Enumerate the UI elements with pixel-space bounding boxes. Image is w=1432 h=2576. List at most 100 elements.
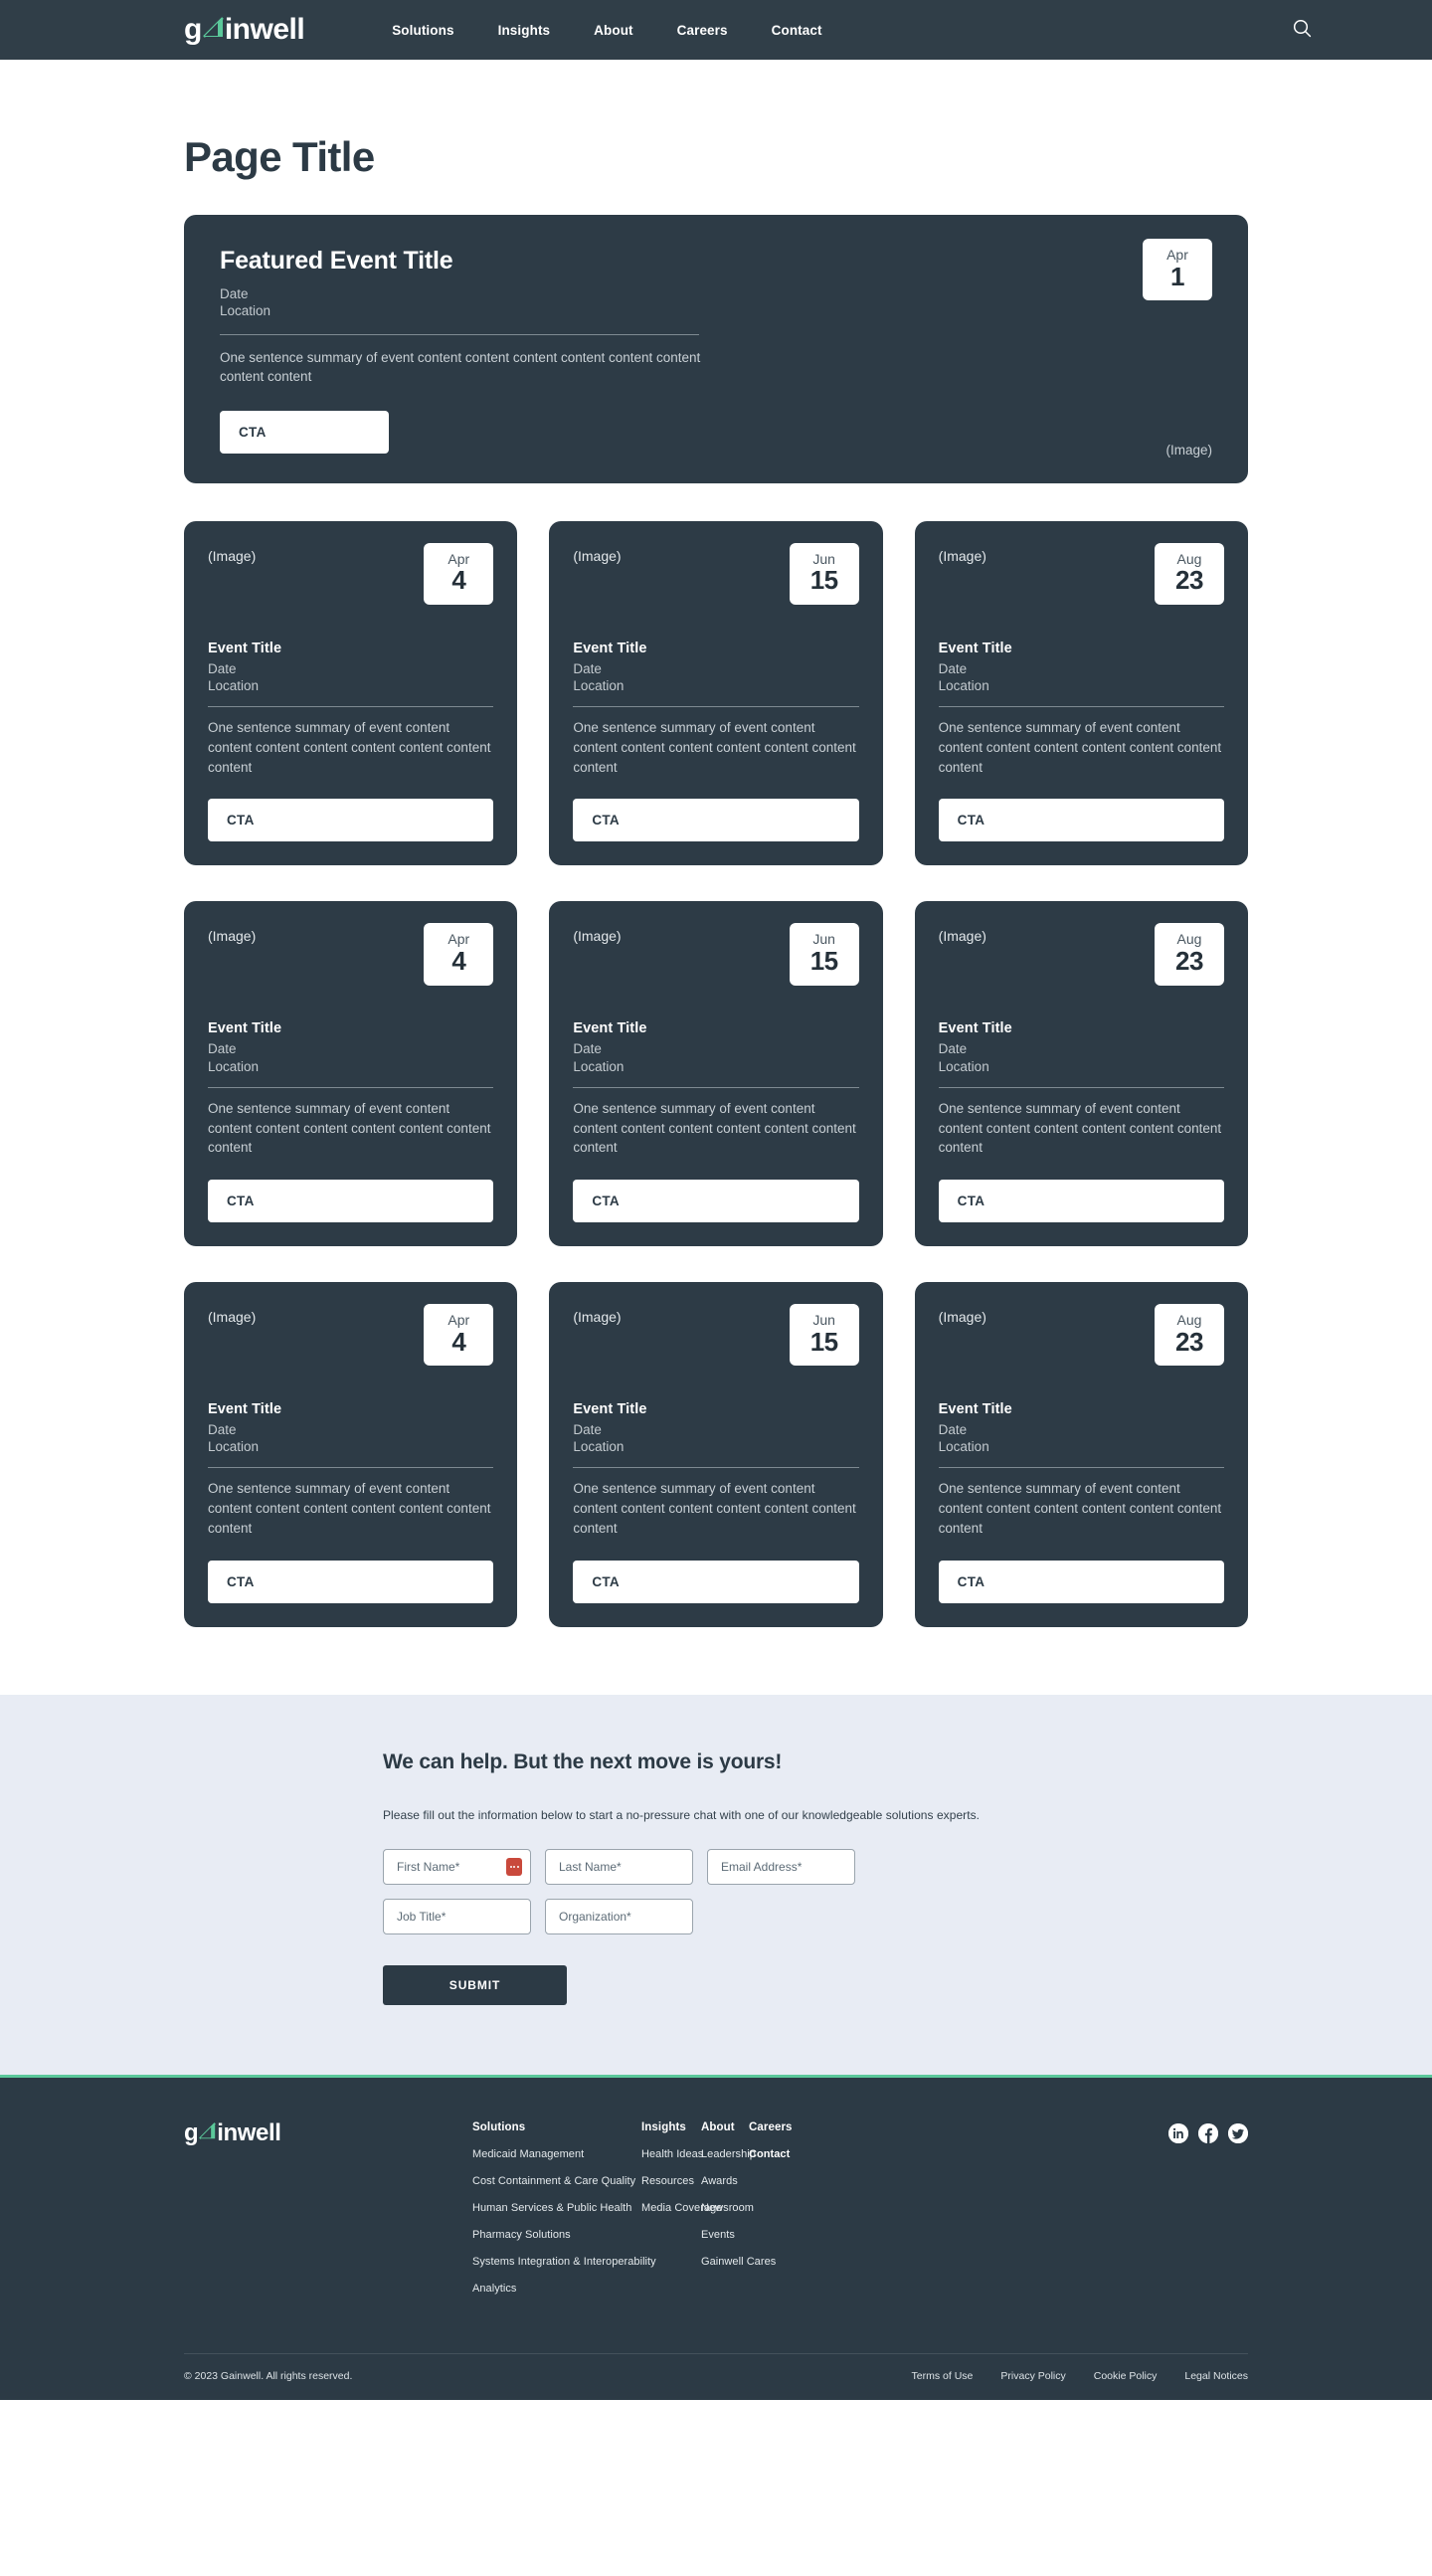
event-card[interactable]: (Image) Apr 4 Event Title Date Location … (184, 901, 518, 1246)
event-cta-button[interactable]: CTA (208, 799, 494, 842)
legal-link-terms-of-use[interactable]: Terms of Use (912, 2370, 974, 2382)
date-badge-day: 1 (1170, 261, 1184, 291)
nav-item-careers[interactable]: Careers (677, 23, 728, 38)
event-date: Date (208, 1421, 237, 1437)
event-card[interactable]: (Image) Jun 15 Event Title Date Location… (549, 520, 883, 866)
event-date: Date (573, 1421, 602, 1437)
event-cta-button[interactable]: CTA (938, 799, 1224, 842)
footer-column-about: About Leadership Awards Newsroom Events … (701, 2120, 776, 2309)
event-cta-button[interactable]: CTA (938, 1179, 1224, 1222)
page-content: Page Title Featured Event Title Date Loc… (0, 60, 1432, 1695)
footer-column-heading: Solutions (472, 2120, 526, 2133)
date-badge-month: Jun (812, 931, 835, 948)
organization-field[interactable] (545, 1898, 693, 1934)
nav-item-about[interactable]: About (594, 23, 632, 38)
event-cta-button[interactable]: CTA (573, 799, 859, 842)
event-title: Event Title (573, 1400, 647, 1417)
event-card-body: Event Title Date Location One sentence s… (208, 1401, 494, 1603)
event-card[interactable]: (Image) Jun 15 Event Title Date Location… (549, 901, 883, 1246)
first-name-field[interactable] (383, 1848, 531, 1885)
job-title-field[interactable] (383, 1898, 531, 1934)
footer-link-resources[interactable]: Resources (641, 2175, 701, 2187)
event-cta-button[interactable]: CTA (573, 1560, 859, 1603)
divider (208, 1086, 494, 1088)
date-badge-day: 15 (809, 945, 838, 976)
event-cta-button[interactable]: CTA (208, 1560, 494, 1603)
footer-gainwell-logo[interactable]: g inwell (184, 2118, 472, 2309)
logo-text-prefix: g (184, 2118, 199, 2146)
twitter-icon[interactable] (1228, 2122, 1248, 2143)
event-cta-button[interactable]: CTA (938, 1560, 1224, 1603)
footer-link-cost-containment[interactable]: Cost Containment & Care Quality (472, 2175, 641, 2187)
facebook-icon[interactable] (1198, 2122, 1218, 2143)
last-name-input[interactable] (546, 1849, 692, 1884)
search-button[interactable] (1289, 17, 1315, 43)
footer-link-contact[interactable]: Contact (749, 2148, 838, 2160)
featured-event-card[interactable]: Featured Event Title Date Location One s… (184, 215, 1248, 483)
footer-link-columns: Solutions Medicaid Management Cost Conta… (472, 2121, 1248, 2309)
divider (573, 1467, 859, 1469)
organization-input[interactable] (546, 1899, 692, 1933)
footer-column-insights: Insights Health Ideas Resources Media Co… (641, 2121, 722, 2309)
event-date-badge: Jun 15 (789, 1303, 859, 1367)
event-date-badge: Jun 15 (789, 923, 859, 986)
event-cta-button[interactable]: CTA (208, 1179, 494, 1222)
logo-text-prefix: g (184, 13, 202, 46)
divider (573, 706, 859, 708)
submit-button[interactable]: SUBMIT (383, 1964, 567, 2005)
footer-link-analytics[interactable]: Analytics (472, 2283, 641, 2295)
autofill-icon[interactable] (506, 1857, 522, 1876)
event-card-body: Event Title Date Location One sentence s… (573, 641, 859, 842)
event-title: Event Title (938, 1020, 1012, 1037)
event-date-badge: Apr 4 (424, 542, 494, 605)
logo-arrow-icon (202, 14, 224, 38)
last-name-field[interactable] (545, 1848, 693, 1885)
footer-link-gainwell-cares[interactable]: Gainwell Cares (701, 2256, 776, 2268)
legal-link-legal-notices[interactable]: Legal Notices (1184, 2370, 1248, 2382)
footer-link-pharmacy-solutions[interactable]: Pharmacy Solutions (472, 2229, 641, 2241)
footer-link-leadership[interactable]: Leadership (701, 2148, 756, 2160)
linkedin-icon[interactable] (1168, 2122, 1188, 2143)
event-card[interactable]: (Image) Aug 23 Event Title Date Location… (914, 1281, 1248, 1627)
footer-link-health-ideas[interactable]: Health Ideas (641, 2148, 703, 2160)
footer-column-heading: About (701, 2120, 735, 2133)
featured-event-cta-button[interactable]: CTA (220, 410, 389, 454)
divider (938, 706, 1224, 708)
footer-link-human-services[interactable]: Human Services & Public Health (472, 2202, 641, 2214)
event-date-badge: Aug 23 (1155, 1303, 1224, 1367)
event-card[interactable]: (Image) Apr 4 Event Title Date Location … (184, 1281, 518, 1627)
footer-link-newsroom[interactable]: Newsroom (701, 2202, 754, 2214)
job-title-input[interactable] (384, 1899, 530, 1933)
event-card[interactable]: (Image) Jun 15 Event Title Date Location… (549, 1281, 883, 1627)
footer-link-systems-integration[interactable]: Systems Integration & Interoperability (472, 2256, 656, 2268)
event-title: Event Title (938, 640, 1012, 656)
event-cta-button[interactable]: CTA (573, 1179, 859, 1222)
email-input[interactable] (708, 1849, 854, 1884)
gainwell-logo[interactable]: g inwell (184, 13, 305, 46)
email-field[interactable] (707, 1848, 855, 1885)
footer-link-events[interactable]: Events (701, 2229, 749, 2241)
nav-item-solutions[interactable]: Solutions (392, 23, 453, 38)
date-badge-month: Apr (448, 931, 470, 948)
events-grid: (Image) Apr 4 Event Title Date Location … (184, 520, 1248, 1695)
legal-link-cookie-policy[interactable]: Cookie Policy (1094, 2370, 1158, 2382)
nav-item-contact[interactable]: Contact (772, 23, 822, 38)
divider (938, 1086, 1224, 1088)
date-badge-day: 4 (451, 945, 466, 976)
event-location: Location (208, 677, 260, 693)
event-card[interactable]: (Image) Aug 23 Event Title Date Location… (914, 901, 1248, 1246)
footer-link-media-coverage[interactable]: Media Coverage (641, 2202, 722, 2214)
contact-form-heading: We can help. But the next move is yours! (383, 1749, 783, 1773)
legal-link-privacy-policy[interactable]: Privacy Policy (1000, 2370, 1065, 2382)
event-card[interactable]: (Image) Aug 23 Event Title Date Location… (914, 520, 1248, 866)
date-badge-day: 23 (1175, 1326, 1203, 1357)
date-badge-day: 4 (451, 1326, 466, 1357)
main-nav: Solutions Insights About Careers Contact (392, 23, 821, 38)
date-badge-day: 15 (809, 565, 838, 596)
nav-item-insights[interactable]: Insights (498, 23, 551, 38)
footer-link-medicaid-management[interactable]: Medicaid Management (472, 2148, 641, 2160)
event-card[interactable]: (Image) Apr 4 Event Title Date Location … (184, 520, 518, 866)
event-summary: One sentence summary of event content co… (208, 720, 491, 775)
footer-column-solutions: Solutions Medicaid Management Cost Conta… (472, 2120, 656, 2309)
footer-link-awards[interactable]: Awards (701, 2175, 749, 2187)
